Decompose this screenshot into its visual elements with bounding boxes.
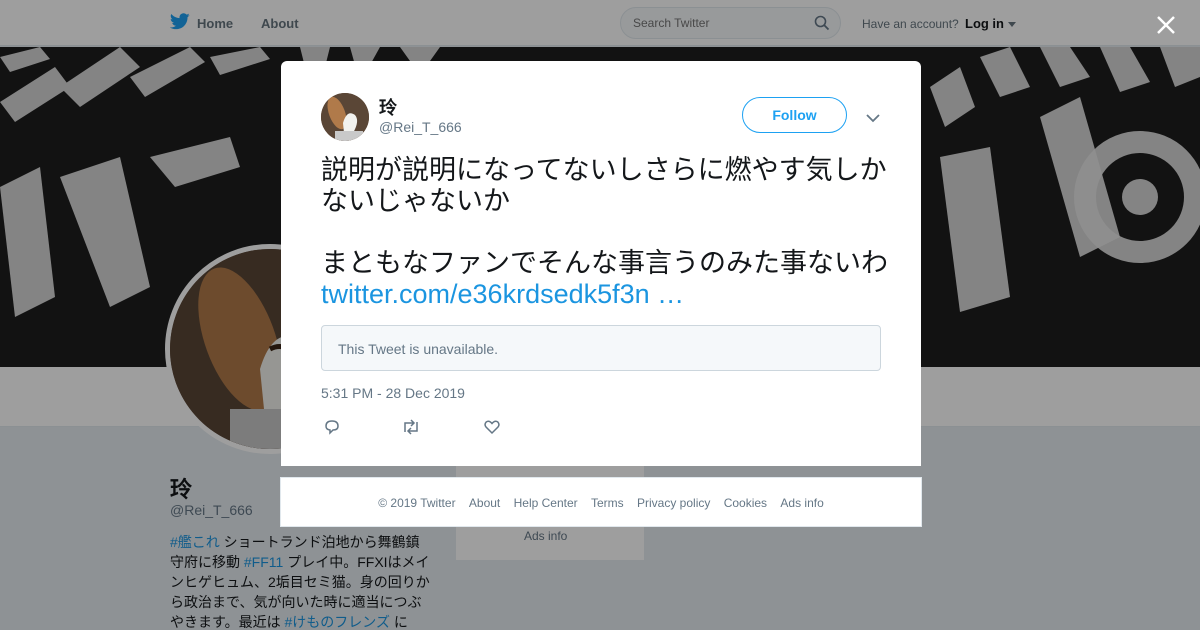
tweet-text-line: まともなファンでそんな事言うのみた事ないわ twitter.com/e36krd… [321, 248, 891, 310]
footer-link-privacy-policy[interactable]: Privacy policy [637, 496, 710, 510]
retweet-icon[interactable] [401, 418, 421, 441]
author-avatar[interactable] [321, 93, 369, 141]
author-name[interactable]: 玲 [379, 94, 397, 120]
modal-footer: © 2019 Twitter About Help Center Terms P… [280, 477, 922, 527]
tweet-timestamp[interactable]: 5:31 PM - 28 Dec 2019 [321, 385, 465, 401]
heart-icon[interactable] [483, 418, 501, 441]
chevron-down-icon[interactable] [866, 110, 880, 128]
reply-icon[interactable] [323, 418, 341, 441]
tweet-link[interactable]: twitter.com/e36krdsedk5f3n … [321, 279, 684, 309]
tweet-modal: 玲 @Rei_T_666 Follow 説明が説明になってないしさらに燃やす気し… [281, 61, 921, 466]
footer-link-terms[interactable]: Terms [591, 496, 624, 510]
footer-link-help-center[interactable]: Help Center [514, 496, 578, 510]
close-icon[interactable] [1155, 14, 1177, 41]
tweet-text: 説明が説明になってないしさらに燃やす気しかないじゃないか まともなファンでそんな… [321, 155, 891, 310]
footer-link-cookies[interactable]: Cookies [724, 496, 767, 510]
footer-links: © 2019 Twitter About Help Center Terms P… [281, 496, 921, 510]
footer-link-about[interactable]: About [469, 496, 500, 510]
author-avatar-image [321, 93, 369, 141]
tweet-text-segment: まともなファンでそんな事言うのみた事ないわ [321, 248, 888, 278]
author-handle[interactable]: @Rei_T_666 [379, 119, 462, 135]
footer-link-ads-info[interactable]: Ads info [780, 496, 823, 510]
quoted-tweet-card: This Tweet is unavailable. [321, 325, 881, 371]
quoted-tweet-unavailable-text: This Tweet is unavailable. [338, 341, 499, 357]
follow-button[interactable]: Follow [742, 97, 847, 133]
tweet-text-line: 説明が説明になってないしさらに燃やす気しかないじゃないか [321, 155, 887, 216]
footer-copyright: © 2019 Twitter [378, 496, 456, 510]
